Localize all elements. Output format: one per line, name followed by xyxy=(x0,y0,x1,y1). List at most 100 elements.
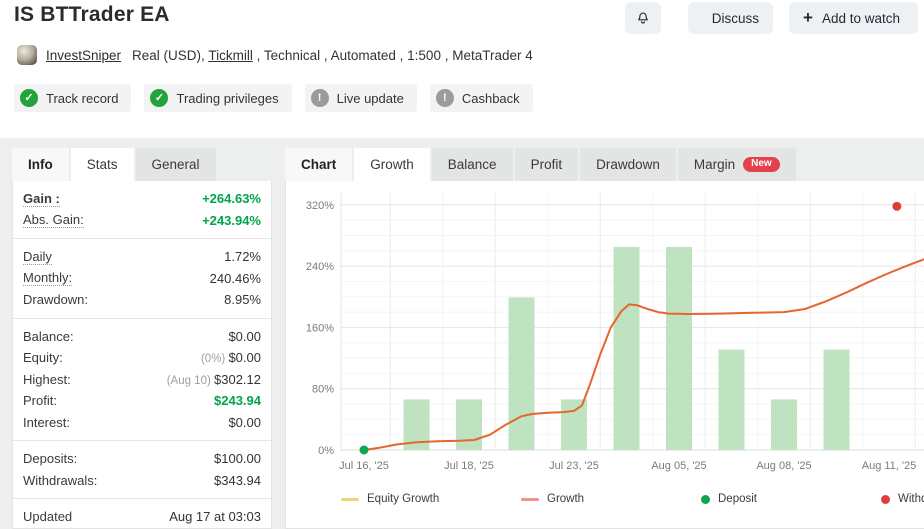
gain-bar[interactable] xyxy=(614,247,640,450)
tab-label: General xyxy=(152,157,200,172)
stat-label-updated: Updated xyxy=(23,509,72,524)
stats-row: Highest:(Aug 10) $302.12 xyxy=(23,369,261,391)
legend-swatch-line xyxy=(341,498,359,501)
stat-label-daily[interactable]: Daily xyxy=(23,249,52,265)
stat-value: 240.46% xyxy=(210,271,261,286)
stat-value: +264.63% xyxy=(202,191,261,206)
x-axis-tick: Jul 16, '25 xyxy=(339,460,389,472)
gain-bar[interactable] xyxy=(719,350,745,450)
chart-legend: Equity GrowthGrowth Deposit Withdrawal xyxy=(286,493,924,505)
stat-value-main: +264.63% xyxy=(202,191,261,206)
gain-bar[interactable] xyxy=(771,399,797,450)
gain-bar[interactable] xyxy=(509,298,535,450)
stats-row: Monthly: 240.46% xyxy=(23,268,261,290)
y-axis-tick: 160% xyxy=(306,322,334,334)
stats-row: Drawdown:8.95% xyxy=(23,289,261,311)
account-meta: Real (USD), Tickmill , Technical , Autom… xyxy=(132,48,533,63)
tab-info[interactable]: Info xyxy=(12,148,69,181)
gain-bar[interactable] xyxy=(456,399,482,450)
chart-panel: 0%80%160%240%320%Jul 16, '25Jul 18, '25J… xyxy=(285,181,924,529)
legend-item-equity-growth[interactable]: Equity Growth xyxy=(341,493,521,505)
account-settings: , Technical , Automated , 1:500 , MetaTr… xyxy=(253,48,533,63)
legend-item-withdrawal[interactable]: Withdrawal xyxy=(881,493,924,505)
tab-general[interactable]: General xyxy=(136,148,216,181)
page-title: IS BTTrader EA xyxy=(14,3,170,27)
stat-value-note: (Aug 10) xyxy=(167,375,214,387)
x-axis-tick: Aug 11, '25 xyxy=(862,460,917,472)
stat-value-main: 1.72% xyxy=(224,249,261,264)
stat-value: 8.95% xyxy=(224,292,261,307)
legend-label: Deposit xyxy=(718,493,757,505)
avatar xyxy=(17,45,37,65)
legend-item-growth[interactable]: Growth xyxy=(521,493,701,505)
tab-label: Info xyxy=(28,157,53,172)
x-axis-tick: Jul 18, '25 xyxy=(444,460,494,472)
verification-badges: ✓Track record✓ Trading privileges! Live up… xyxy=(14,84,533,112)
chart-panel-tabs: ChartGrowth Balance Profit DrawdownMarginNe… xyxy=(285,148,796,181)
tab-label: Profit xyxy=(531,157,563,172)
stat-value-main: $100.00 xyxy=(214,451,261,466)
x-axis-tick: Jul 23, '25 xyxy=(549,460,599,472)
notifications-button[interactable] xyxy=(625,2,661,34)
exclamation-icon: ! xyxy=(436,89,454,107)
legend-label: Withdrawal xyxy=(898,493,924,505)
stats-panel-tabs: Info Stats General xyxy=(12,148,216,181)
withdrawal-marker[interactable] xyxy=(892,202,901,211)
stat-label-profit: Profit: xyxy=(23,393,57,408)
stat-value: $243.94 xyxy=(214,393,261,408)
badge-label: Trading privileges xyxy=(176,91,278,106)
tab-balance[interactable]: Balance xyxy=(432,148,513,181)
account-type: Real (USD), xyxy=(132,48,208,63)
stat-value-main: $0.00 xyxy=(228,415,261,430)
chat-icon xyxy=(702,10,703,26)
tab-margin[interactable]: MarginNew xyxy=(678,148,796,181)
y-axis-tick: 80% xyxy=(312,384,334,396)
check-icon: ✓ xyxy=(20,89,38,107)
broker-link[interactable]: Tickmill xyxy=(208,48,253,63)
stats-section: Gain :+264.63%Abs. Gain:+243.94% xyxy=(13,181,271,239)
tab-growth[interactable]: Growth xyxy=(354,148,430,181)
stats-section: Balance:$0.00Equity:(0%) $0.00Highest:(A… xyxy=(13,319,271,442)
stat-label-monthly[interactable]: Monthly: xyxy=(23,270,72,286)
gain-bar[interactable] xyxy=(666,247,692,450)
stat-value-note: (0%) xyxy=(201,353,228,365)
stat-value-main: $243.94 xyxy=(214,393,261,408)
exclamation-icon: ! xyxy=(311,89,329,107)
stats-section: Daily 1.72% Monthly: 240.46% Drawdown:8.95% xyxy=(13,239,271,319)
legend-item-deposit[interactable]: Deposit xyxy=(701,493,881,505)
status-badge-live-update: ! Live update xyxy=(305,84,417,112)
tab-label: Balance xyxy=(448,157,497,172)
discuss-label: Discuss xyxy=(712,11,759,26)
deposit-marker[interactable] xyxy=(360,446,369,455)
stats-section: UpdatedAug 17 at 03:03 xyxy=(13,499,271,529)
tab-stats[interactable]: Stats xyxy=(71,148,134,181)
stat-label-abs-gain[interactable]: Abs. Gain: xyxy=(23,212,84,228)
gain-bar[interactable] xyxy=(824,350,850,450)
account-subtitle: InvestSniper Real (USD), Tickmill , Tech… xyxy=(17,45,533,65)
user-link[interactable]: InvestSniper xyxy=(46,48,121,63)
stats-row: Profit: $243.94 xyxy=(23,390,261,412)
stat-value-main: 8.95% xyxy=(224,292,261,307)
legend-swatch-dot xyxy=(701,495,710,504)
badge-label: Live update xyxy=(337,91,404,106)
tab-profit[interactable]: Profit xyxy=(515,148,579,181)
growth-chart[interactable]: 0%80%160%240%320%Jul 16, '25Jul 18, '25J… xyxy=(286,181,924,491)
stat-label-equity: Equity: xyxy=(23,350,63,365)
gain-bar[interactable] xyxy=(561,399,587,450)
stat-value: $0.00 xyxy=(228,329,261,344)
x-axis-tick: Aug 05, '25 xyxy=(651,460,706,472)
stat-label-gain[interactable]: Gain : xyxy=(23,191,60,207)
add-to-watch-button[interactable]: + Add to watch xyxy=(789,2,918,34)
stat-value: $343.94 xyxy=(214,473,261,488)
bell-icon xyxy=(635,10,651,26)
stat-value-main: $343.94 xyxy=(214,473,261,488)
stat-value: $100.00 xyxy=(214,451,261,466)
add-to-watch-label: Add to watch xyxy=(822,11,900,26)
tab-drawdown[interactable]: Drawdown xyxy=(580,148,676,181)
new-badge: New xyxy=(743,157,780,172)
stat-value: (0%) $0.00 xyxy=(201,350,261,365)
stats-panel: Gain :+264.63%Abs. Gain:+243.94%Daily1.7… xyxy=(12,181,272,529)
tab-chart[interactable]: Chart xyxy=(285,148,352,181)
discuss-button[interactable]: Discuss xyxy=(688,2,773,34)
status-badge-track-record: ✓Track record xyxy=(14,84,131,112)
